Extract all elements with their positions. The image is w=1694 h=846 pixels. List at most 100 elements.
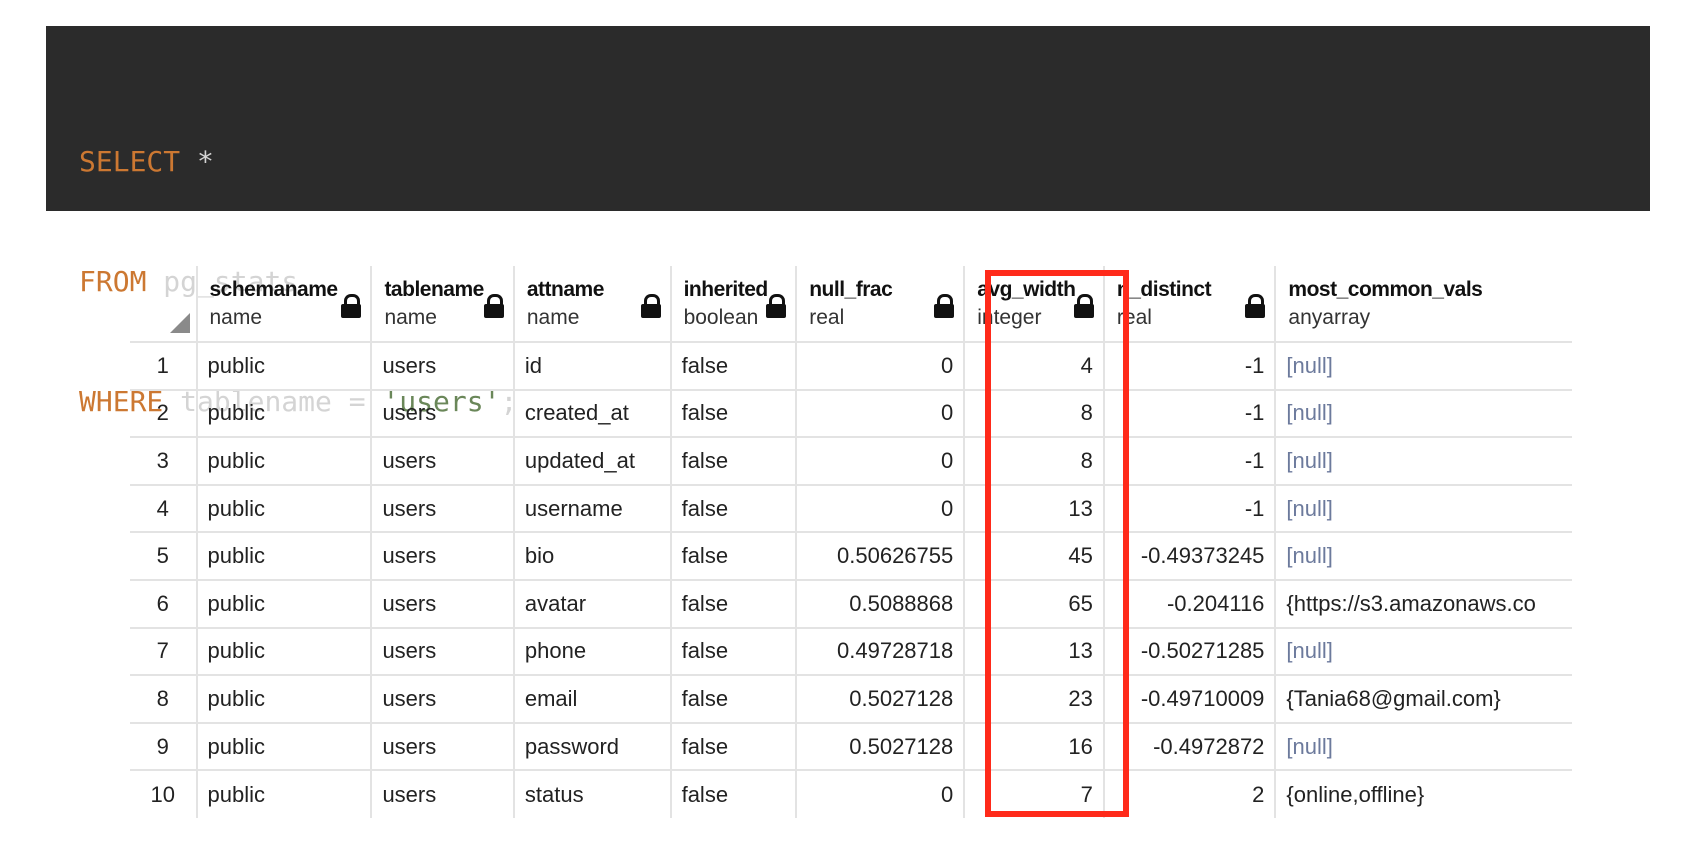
cell-n-distinct[interactable]: -1 bbox=[1102, 388, 1276, 438]
cell-tablename[interactable]: users bbox=[370, 721, 514, 771]
cell-tablename[interactable]: users bbox=[370, 436, 514, 485]
cell-schemaname[interactable]: public bbox=[195, 436, 372, 485]
cell-attname[interactable]: avatar bbox=[512, 578, 671, 628]
cell-n-distinct[interactable]: -0.49373245 bbox=[1102, 531, 1276, 580]
cell-null-frac[interactable]: 0 bbox=[795, 483, 965, 533]
cell-n-distinct[interactable]: -0.204116 bbox=[1102, 578, 1276, 628]
cell-null-frac[interactable]: 0.5027128 bbox=[795, 674, 965, 723]
cell-inherited[interactable]: false bbox=[669, 626, 797, 676]
cell-tablename[interactable]: users bbox=[370, 674, 514, 723]
cell-inherited[interactable]: false bbox=[669, 721, 797, 771]
cell-inherited[interactable]: false bbox=[669, 578, 797, 628]
column-header-inherited[interactable]: inherited boolean bbox=[669, 266, 797, 342]
cell-schemaname[interactable]: public bbox=[195, 341, 372, 390]
cell-tablename[interactable]: users bbox=[370, 483, 514, 533]
cell-null-frac[interactable]: 0.49728718 bbox=[795, 626, 965, 676]
column-header-attname[interactable]: attname name bbox=[512, 266, 671, 342]
cell-null-frac[interactable]: 0 bbox=[795, 769, 965, 818]
cell-attname[interactable]: created_at bbox=[512, 388, 671, 438]
cell-avg-width[interactable]: 23 bbox=[963, 674, 1104, 723]
cell-most-common-vals[interactable]: {online,offline} bbox=[1274, 769, 1572, 818]
cell-inherited[interactable]: false bbox=[669, 388, 797, 438]
cell-null-frac[interactable]: 0 bbox=[795, 341, 965, 390]
cell-tablename[interactable]: users bbox=[370, 769, 514, 818]
cell-schemaname[interactable]: public bbox=[195, 388, 372, 438]
cell-row-number[interactable]: 5 bbox=[130, 531, 197, 580]
table-row[interactable]: 5 public users bio false 0.50626755 45 -0.49373… bbox=[130, 531, 1572, 580]
cell-tablename[interactable]: users bbox=[370, 388, 514, 438]
cell-row-number[interactable]: 6 bbox=[130, 578, 197, 628]
cell-schemaname[interactable]: public bbox=[195, 769, 372, 818]
column-header-null-frac[interactable]: null_frac real bbox=[795, 266, 965, 342]
cell-inherited[interactable]: false bbox=[669, 769, 797, 818]
results-grid[interactable]: schemaname name tablename name attname name… bbox=[130, 266, 1572, 818]
cell-attname[interactable]: phone bbox=[512, 626, 671, 676]
cell-null-frac[interactable]: 0 bbox=[795, 388, 965, 438]
cell-attname[interactable]: updated_at bbox=[512, 436, 671, 485]
cell-row-number[interactable]: 9 bbox=[130, 721, 197, 771]
table-row[interactable]: 7 public users phone false 0.49728718 13 -0.502… bbox=[130, 626, 1572, 676]
cell-most-common-vals[interactable]: [null] bbox=[1274, 721, 1572, 771]
cell-row-number[interactable]: 4 bbox=[130, 483, 197, 533]
cell-row-number[interactable]: 8 bbox=[130, 674, 197, 723]
cell-most-common-vals[interactable]: [null] bbox=[1274, 626, 1572, 676]
table-row[interactable]: 9 public users password false 0.5027128 16 -0.4… bbox=[130, 721, 1572, 771]
column-header-tablename[interactable]: tablename name bbox=[370, 266, 514, 342]
table-row[interactable]: 3 public users updated_at false 0 8 -1 [null] bbox=[130, 436, 1572, 485]
cell-row-number[interactable]: 2 bbox=[130, 388, 197, 438]
cell-avg-width[interactable]: 45 bbox=[963, 531, 1104, 580]
cell-tablename[interactable]: users bbox=[370, 531, 514, 580]
cell-attname[interactable]: email bbox=[512, 674, 671, 723]
column-header-n-distinct[interactable]: n_distinct real bbox=[1102, 266, 1276, 342]
cell-avg-width[interactable]: 13 bbox=[963, 483, 1104, 533]
cell-row-number[interactable]: 3 bbox=[130, 436, 197, 485]
cell-most-common-vals[interactable]: {Tania68@gmail.com} bbox=[1274, 674, 1572, 723]
cell-tablename[interactable]: users bbox=[370, 626, 514, 676]
cell-inherited[interactable]: false bbox=[669, 531, 797, 580]
table-row[interactable]: 10 public users status false 0 7 2 {online,offli… bbox=[130, 769, 1572, 818]
cell-row-number[interactable]: 7 bbox=[130, 626, 197, 676]
cell-attname[interactable]: status bbox=[512, 769, 671, 818]
cell-avg-width[interactable]: 8 bbox=[963, 388, 1104, 438]
cell-n-distinct[interactable]: -1 bbox=[1102, 483, 1276, 533]
cell-schemaname[interactable]: public bbox=[195, 531, 372, 580]
cell-most-common-vals[interactable]: [null] bbox=[1274, 531, 1572, 580]
table-row[interactable]: 2 public users created_at false 0 8 -1 [null] bbox=[130, 388, 1572, 438]
cell-schemaname[interactable]: public bbox=[195, 483, 372, 533]
cell-n-distinct[interactable]: -1 bbox=[1102, 436, 1276, 485]
cell-inherited[interactable]: false bbox=[669, 436, 797, 485]
cell-null-frac[interactable]: 0.5088868 bbox=[795, 578, 965, 628]
cell-avg-width[interactable]: 16 bbox=[963, 721, 1104, 771]
table-row[interactable]: 8 public users email false 0.5027128 23 -0.4971… bbox=[130, 674, 1572, 723]
select-all-corner[interactable] bbox=[130, 266, 197, 342]
cell-most-common-vals[interactable]: {https://s3.amazonaws.co bbox=[1274, 578, 1572, 628]
column-header-avg-width[interactable]: avg_width integer bbox=[963, 266, 1104, 342]
table-row[interactable]: 1 public users id false 0 4 -1 [null] bbox=[130, 341, 1572, 390]
cell-n-distinct[interactable]: 2 bbox=[1102, 769, 1276, 818]
cell-most-common-vals[interactable]: [null] bbox=[1274, 341, 1572, 390]
cell-attname[interactable]: password bbox=[512, 721, 671, 771]
cell-schemaname[interactable]: public bbox=[195, 674, 372, 723]
cell-attname[interactable]: bio bbox=[512, 531, 671, 580]
cell-avg-width[interactable]: 7 bbox=[963, 769, 1104, 818]
cell-n-distinct[interactable]: -1 bbox=[1102, 341, 1276, 390]
cell-tablename[interactable]: users bbox=[370, 578, 514, 628]
cell-attname[interactable]: id bbox=[512, 341, 671, 390]
column-header-most-common-vals[interactable]: most_common_vals anyarray bbox=[1274, 266, 1572, 342]
cell-avg-width[interactable]: 65 bbox=[963, 578, 1104, 628]
cell-n-distinct[interactable]: -0.49710009 bbox=[1102, 674, 1276, 723]
cell-most-common-vals[interactable]: [null] bbox=[1274, 483, 1572, 533]
cell-schemaname[interactable]: public bbox=[195, 721, 372, 771]
cell-null-frac[interactable]: 0 bbox=[795, 436, 965, 485]
cell-avg-width[interactable]: 13 bbox=[963, 626, 1104, 676]
cell-schemaname[interactable]: public bbox=[195, 578, 372, 628]
cell-schemaname[interactable]: public bbox=[195, 626, 372, 676]
cell-row-number[interactable]: 1 bbox=[130, 341, 197, 390]
table-row[interactable]: 6 public users avatar false 0.5088868 65 -0.204… bbox=[130, 578, 1572, 628]
cell-inherited[interactable]: false bbox=[669, 341, 797, 390]
table-row[interactable]: 4 public users username false 0 13 -1 [null] bbox=[130, 483, 1572, 533]
column-header-schemaname[interactable]: schemaname name bbox=[195, 266, 372, 342]
cell-avg-width[interactable]: 8 bbox=[963, 436, 1104, 485]
cell-most-common-vals[interactable]: [null] bbox=[1274, 436, 1572, 485]
cell-avg-width[interactable]: 4 bbox=[963, 341, 1104, 390]
